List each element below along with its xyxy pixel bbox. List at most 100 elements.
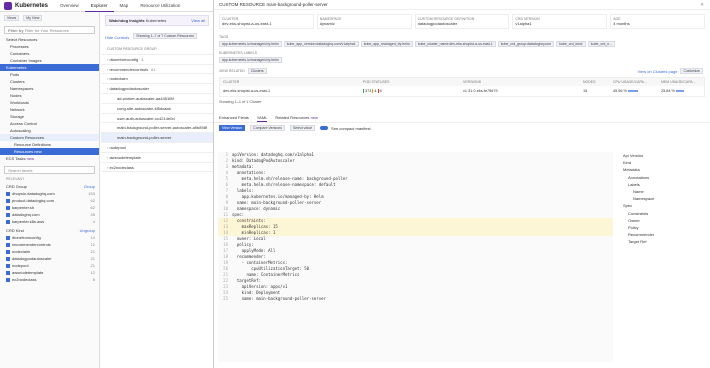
sidebar-item-storage[interactable]: Storage	[0, 113, 99, 120]
sidebar-item-access-control[interactable]: Access Control	[0, 120, 99, 127]
crd-group-item[interactable]: dhopsio.datadoghq.com 153	[0, 190, 99, 197]
tab-map[interactable]: Map	[114, 0, 135, 12]
sidebar-item-kubernetes[interactable]: Kubernetes	[0, 64, 99, 71]
sidebar-item-processes[interactable]: Processes	[0, 43, 99, 50]
tag-pill[interactable]: kube_crd_group:datadoghq.com	[497, 41, 555, 47]
crd-kind-item[interactable]: awsnodetemplate 12	[0, 269, 99, 276]
outline-item[interactable]: Metadata	[615, 166, 710, 173]
tab-yaml[interactable]: YAML	[256, 113, 268, 122]
table-row[interactable]: › dtonefromconfig 3	[101, 55, 213, 65]
sidebar-item-namespaces[interactable]: Namespaces	[0, 85, 99, 92]
related-select[interactable]: Clusters	[247, 68, 267, 74]
watchdog-insights-bar[interactable]: Watchdog Insights Kubernetes View all	[105, 15, 209, 26]
outline-item[interactable]: Constraints	[615, 210, 710, 217]
tab-overview[interactable]: Overview	[54, 0, 85, 12]
tab-related-resources[interactable]: Related Resources new	[275, 113, 318, 122]
related-table-row[interactable]: dev-eks-shopist-a-us-east-1 373 4 6 v1.3…	[220, 86, 704, 96]
close-icon[interactable]: ✕	[700, 0, 704, 10]
tab-explorer[interactable]: Explorer	[84, 0, 114, 12]
tag-pill[interactable]: kube_crd_n...	[587, 41, 616, 47]
sidebar-item-autoscaling[interactable]: Autoscaling	[0, 127, 99, 134]
view-version-button[interactable]: View Version	[219, 125, 246, 131]
outline-item[interactable]: Kind	[615, 159, 710, 166]
checkbox-icon[interactable]	[6, 212, 10, 217]
crd-group-item[interactable]: datadoghq.com 45	[0, 211, 99, 218]
crd-kind-item[interactable]: dtonefromconfig 14	[0, 234, 99, 241]
table-row[interactable]: ad-worker-autoscaler-aa4451f8f	[101, 94, 213, 104]
sidebar-item-containers[interactable]: Containers	[0, 50, 99, 57]
tag-pill[interactable]: app.kubernetes.io/managed-by:helm	[219, 41, 282, 47]
hide-controls-button[interactable]: Hide Controls	[105, 33, 129, 42]
tag-pill[interactable]: kube_cluster_name:dev-eks-shopist-a-us-e…	[414, 41, 496, 47]
outline-item[interactable]: Annotations	[615, 174, 710, 181]
checkbox-icon[interactable]	[6, 235, 10, 240]
checkbox-icon[interactable]	[6, 270, 10, 275]
search-facets-input[interactable]: Search facets	[4, 166, 95, 174]
tag-pill[interactable]: kube_crd_kind:	[556, 41, 586, 47]
sidebar-item-container-images[interactable]: Container Images	[0, 57, 99, 64]
filter-input[interactable]: Filter by Filter for Your Resources	[4, 26, 95, 34]
sidebar-item-workloads[interactable]: Workloads	[0, 99, 99, 106]
crd-kind-item[interactable]: ec2nodeclass 6	[0, 276, 99, 283]
checkbox-icon[interactable]	[6, 205, 10, 210]
sidebar-item-pods[interactable]: Pods	[0, 71, 99, 78]
sidebar-item-ecs-tasks[interactable]: ECS Tasks new	[0, 155, 99, 162]
outline-item[interactable]: Name	[615, 188, 710, 195]
customize-button[interactable]: Customize	[680, 68, 703, 74]
sidebar-item-resource-definitions[interactable]: Resource Definitions	[0, 141, 99, 148]
crd-kind-item[interactable]: nodepool 21	[0, 262, 99, 269]
view-clusters-link[interactable]: View on Clusters page	[638, 69, 678, 74]
checkbox-icon[interactable]	[6, 256, 10, 261]
yaml-editor[interactable]: 1 apiVersion: datadoghq.com/v1alpha1 2 kind…	[218, 152, 613, 362]
label-tag[interactable]: app.kubernetes.io/managed-by:helm	[219, 57, 282, 63]
table-row[interactable]: main-background-poller-server	[101, 133, 213, 143]
tab-resource-utilization[interactable]: Resource Utilization	[134, 0, 186, 12]
table-row[interactable]: › datadogpodautoscaler	[101, 84, 213, 94]
outline-item[interactable]: Owner	[615, 217, 710, 224]
crd-group-item[interactable]: product.datadoghq.com 62	[0, 197, 99, 204]
table-row[interactable]: › nodepool	[101, 143, 213, 153]
sidebar-item-nodes[interactable]: Nodes	[0, 92, 99, 99]
outline-item[interactable]: Namespace	[615, 195, 710, 202]
compact-toggle[interactable]	[320, 126, 329, 130]
sidebar-item-custom-resources[interactable]: Custom Resources	[0, 134, 99, 141]
views-button[interactable]: Views	[4, 15, 20, 21]
outline-item[interactable]: Recommender	[615, 231, 710, 238]
checkbox-icon[interactable]	[6, 277, 10, 282]
table-row[interactable]: main-background-poller-server-autoscaler…	[101, 123, 213, 134]
tag-pill[interactable]: kube_app_managed_by:helm	[360, 41, 413, 47]
sidebar-item-clusters[interactable]: Clusters	[0, 78, 99, 85]
checkbox-icon[interactable]	[6, 249, 10, 254]
table-row[interactable]: user-auth-autoscaler-cc4214e0d	[101, 114, 213, 124]
checkbox-icon[interactable]	[6, 242, 10, 247]
outline-item[interactable]: Target Ref	[615, 238, 710, 245]
table-row[interactable]: › recommendercontrols 61	[101, 65, 213, 75]
compare-versions-button[interactable]: Compare Versions	[250, 125, 285, 131]
table-row[interactable]: cong-site-autoscaler-4f5dcaab	[101, 104, 213, 114]
table-row[interactable]: › awsnodetemplate	[101, 153, 213, 163]
checkbox-icon[interactable]	[6, 198, 10, 203]
table-row[interactable]: › ec2nodeclass	[101, 163, 213, 173]
crd-group-item[interactable]: karpenter.k8s.aws 4	[0, 218, 99, 225]
crd-kind-facet[interactable]: CRD Kind Ungroup	[0, 227, 99, 234]
crd-group-item[interactable]: karpenter.sh 62	[0, 204, 99, 211]
checkbox-icon[interactable]	[6, 191, 10, 196]
sidebar-item-network[interactable]: Network	[0, 106, 99, 113]
sidebar-item-resources[interactable]: Resources new	[0, 148, 99, 155]
outline-item[interactable]: Labels	[615, 181, 710, 188]
tab-enhanced-fields[interactable]: Enhanced Fields	[219, 113, 249, 122]
checkbox-icon[interactable]	[6, 219, 10, 224]
outline-item[interactable]: Spec	[615, 202, 710, 209]
tag-pill[interactable]: kube_app_version:datadoghq.com/v1alpha1	[283, 41, 359, 47]
crd-kind-item[interactable]: recommendercontrols 12	[0, 241, 99, 248]
crd-kind-item[interactable]: datadogpodautoscaler 21	[0, 255, 99, 262]
table-row[interactable]: › nodeclaim	[101, 74, 213, 85]
outline-item[interactable]: Policy	[615, 224, 710, 231]
checkbox-icon[interactable]	[6, 263, 10, 268]
outline-item[interactable]: Api Version	[615, 152, 710, 159]
my-view-select[interactable]: My View	[23, 15, 43, 21]
select-resources[interactable]: Select Resources	[0, 36, 99, 43]
select-value-dropdown[interactable]: Select value	[289, 125, 316, 131]
crd-kind-item[interactable]: nodeclaim 21	[0, 248, 99, 255]
crd-group-facet[interactable]: CRD Group Group	[0, 183, 99, 190]
